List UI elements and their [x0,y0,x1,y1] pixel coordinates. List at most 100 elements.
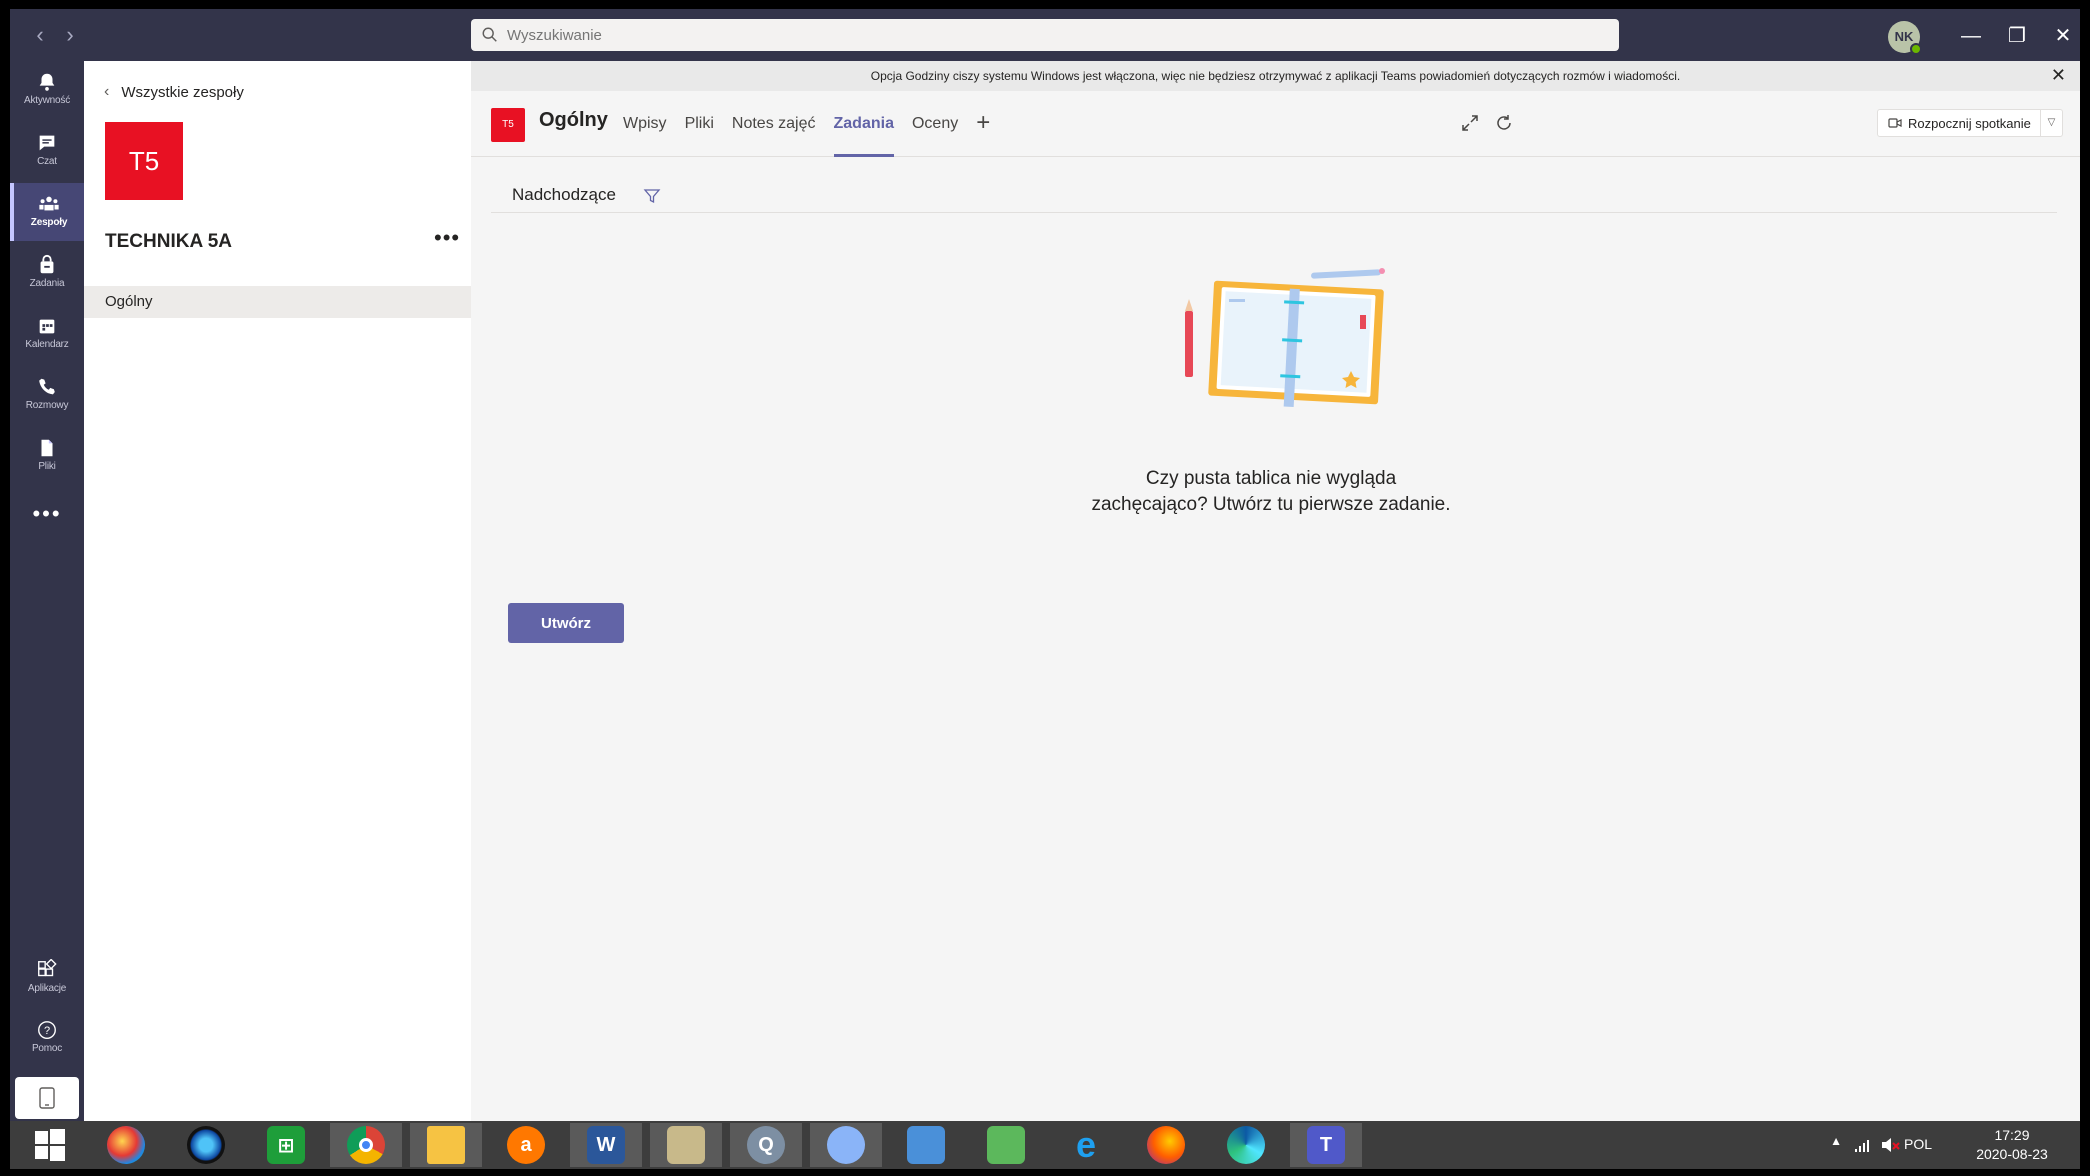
search-box[interactable] [471,19,1619,51]
team-more-options-icon[interactable]: ••• [434,225,460,251]
show-hidden-icons-icon[interactable]: ▲ [1830,1134,1842,1148]
assignments-filter-bar: Nadchodzące [491,175,2057,213]
banner-close-icon[interactable]: ✕ [2051,61,2066,89]
restore-icon[interactable]: ❐ [2002,21,2032,51]
tab-assignments[interactable]: Zadania [833,91,895,157]
filter-icon[interactable] [643,187,661,205]
assignments-bag-icon [40,254,54,274]
user-avatar[interactable]: NK [1888,21,1922,55]
system-tray: ▲ POL 17:29 2020-08-23 [1780,1121,2080,1169]
bell-icon [39,73,55,91]
mobile-device-button[interactable] [15,1077,79,1119]
start-meeting-button[interactable]: Rozpocznij spotkanie ▽ [1877,109,2063,137]
taskbar-app-network-icon[interactable] [970,1123,1042,1167]
rail-item-apps[interactable]: Aplikacje [10,949,84,1007]
tab-grades[interactable]: Oceny [912,91,958,157]
refresh-icon[interactable] [1493,112,1515,134]
rail-item-chat[interactable]: Czat [10,122,84,180]
rail-item-activity[interactable]: Aktywność [10,61,84,119]
all-teams-link[interactable]: ‹ Wszystkie zespoły [104,83,244,101]
rail-label: Rozmowy [25,400,69,411]
speaker-muted-icon[interactable] [1880,1135,1902,1155]
create-assignment-button[interactable]: Utwórz [508,603,624,643]
tab-posts[interactable]: Wpisy [623,91,667,157]
empty-board-illustration [1185,268,1385,407]
file-icon [41,439,53,457]
taskbar-app-internet-explorer-icon[interactable]: e [1050,1123,1122,1167]
tab-files[interactable]: Pliki [685,91,714,157]
taskbar-app-chrome-icon[interactable] [330,1123,402,1167]
banner-text: Opcja Godziny ciszy systemu Windows jest… [870,69,1681,83]
taskbar-app-avast-icon[interactable]: a [490,1123,562,1167]
taskbar-app-word-icon[interactable]: W [570,1123,642,1167]
user-initials: NK [1894,29,1914,44]
taskbar-app-palette-icon[interactable] [810,1123,882,1167]
phone-device-icon [39,1087,55,1109]
taskbar-app-control-panel-icon[interactable] [890,1123,962,1167]
clock-time: 17:29 [1994,1127,2030,1143]
taskbar-app-notepad-icon[interactable] [650,1123,722,1167]
rail-item-assignments[interactable]: Zadania [10,244,84,302]
minimize-icon[interactable]: — [1956,21,1986,51]
team-name: TECHNIKA 5A [105,231,233,252]
close-icon[interactable]: ✕ [2048,21,2078,51]
rail-item-calendar[interactable]: Kalendarz [10,305,84,363]
expand-icon[interactable] [1459,112,1481,134]
more-apps-icon[interactable]: ••• [10,501,84,527]
add-tab-icon[interactable]: + [976,91,990,157]
forward-arrow-icon[interactable]: › [58,23,82,47]
svg-text:?: ? [44,1025,50,1037]
chat-icon [39,135,55,151]
back-arrow-icon[interactable]: ‹ [28,23,52,47]
taskbar-app-paint-icon[interactable] [90,1123,162,1167]
taskbar-app-edge-icon[interactable] [1210,1123,1282,1167]
taskbar-app-store-icon[interactable]: ⊞ [250,1123,322,1167]
rail-label: Zadania [29,278,65,289]
clock-date: 2020-08-23 [1976,1146,2048,1162]
teams-icon [39,196,59,211]
chevron-left-icon: ‹ [104,83,110,100]
rail-item-help[interactable]: ? Pomoc [10,1009,84,1067]
windows-logo-icon [35,1129,65,1161]
taskbar-app-file-explorer-icon[interactable] [410,1123,482,1167]
apps-grid-icon [38,959,57,977]
rail-label: Zespoły [30,217,68,228]
rail-item-files[interactable]: Pliki [10,427,84,485]
phone-icon [39,378,55,395]
team-panel: ‹ Wszystkie zespoły T5 TECHNIKA 5A ••• O… [84,61,471,1121]
rail-label: Pomoc [31,1043,63,1054]
channel-title: Ogólny [539,109,608,131]
taskbar-app-eq-icon[interactable]: Q [730,1123,802,1167]
taskbar-app-camera-icon[interactable] [170,1123,242,1167]
channel-item-general[interactable]: Ogólny [84,286,471,318]
search-icon [482,27,497,42]
input-language[interactable]: POL [1904,1136,1932,1152]
channel-team-avatar: T5 [491,108,525,142]
search-input[interactable] [507,26,1507,44]
calendar-icon [39,319,55,334]
all-teams-label: Wszystkie zespoły [121,83,244,101]
taskbar-clock[interactable]: 17:29 2020-08-23 [1966,1126,2058,1164]
quiet-hours-banner: Opcja Godziny ciszy systemu Windows jest… [471,61,2080,91]
team-avatar: T5 [105,122,183,200]
start-button[interactable] [14,1123,86,1167]
rail-label: Aplikacje [27,983,67,994]
rail-item-teams[interactable]: Zespoły [10,183,84,241]
tab-class-notebook[interactable]: Notes zajęć [732,91,816,157]
title-bar: ‹ › NK — ❐ ✕ [10,9,2080,61]
chevron-down-icon[interactable]: ▽ [2040,110,2062,136]
teams-window: ‹ › NK — ❐ ✕ Aktywność Czat Zespoły Zada [10,9,2080,1169]
channel-header: T5 Ogólny Wpisy Pliki Notes zajęć Zadani… [471,91,2080,157]
app-rail: Aktywność Czat Zespoły Zadania Kalendarz… [10,61,84,1121]
start-meeting-label: Rozpocznij spotkanie [1908,115,2031,131]
network-signal-icon[interactable] [1854,1137,1874,1153]
rail-item-calls[interactable]: Rozmowy [10,366,84,424]
rail-label: Czat [37,156,57,167]
taskbar-app-teams-icon[interactable]: T [1290,1123,1362,1167]
taskbar-app-firefox-icon[interactable] [1130,1123,1202,1167]
help-icon: ? [38,1021,56,1039]
upcoming-filter-label[interactable]: Nadchodzące [512,185,616,205]
rail-label: Kalendarz [25,339,69,350]
video-camera-icon [1888,118,1902,128]
rail-label: Aktywność [24,95,70,106]
